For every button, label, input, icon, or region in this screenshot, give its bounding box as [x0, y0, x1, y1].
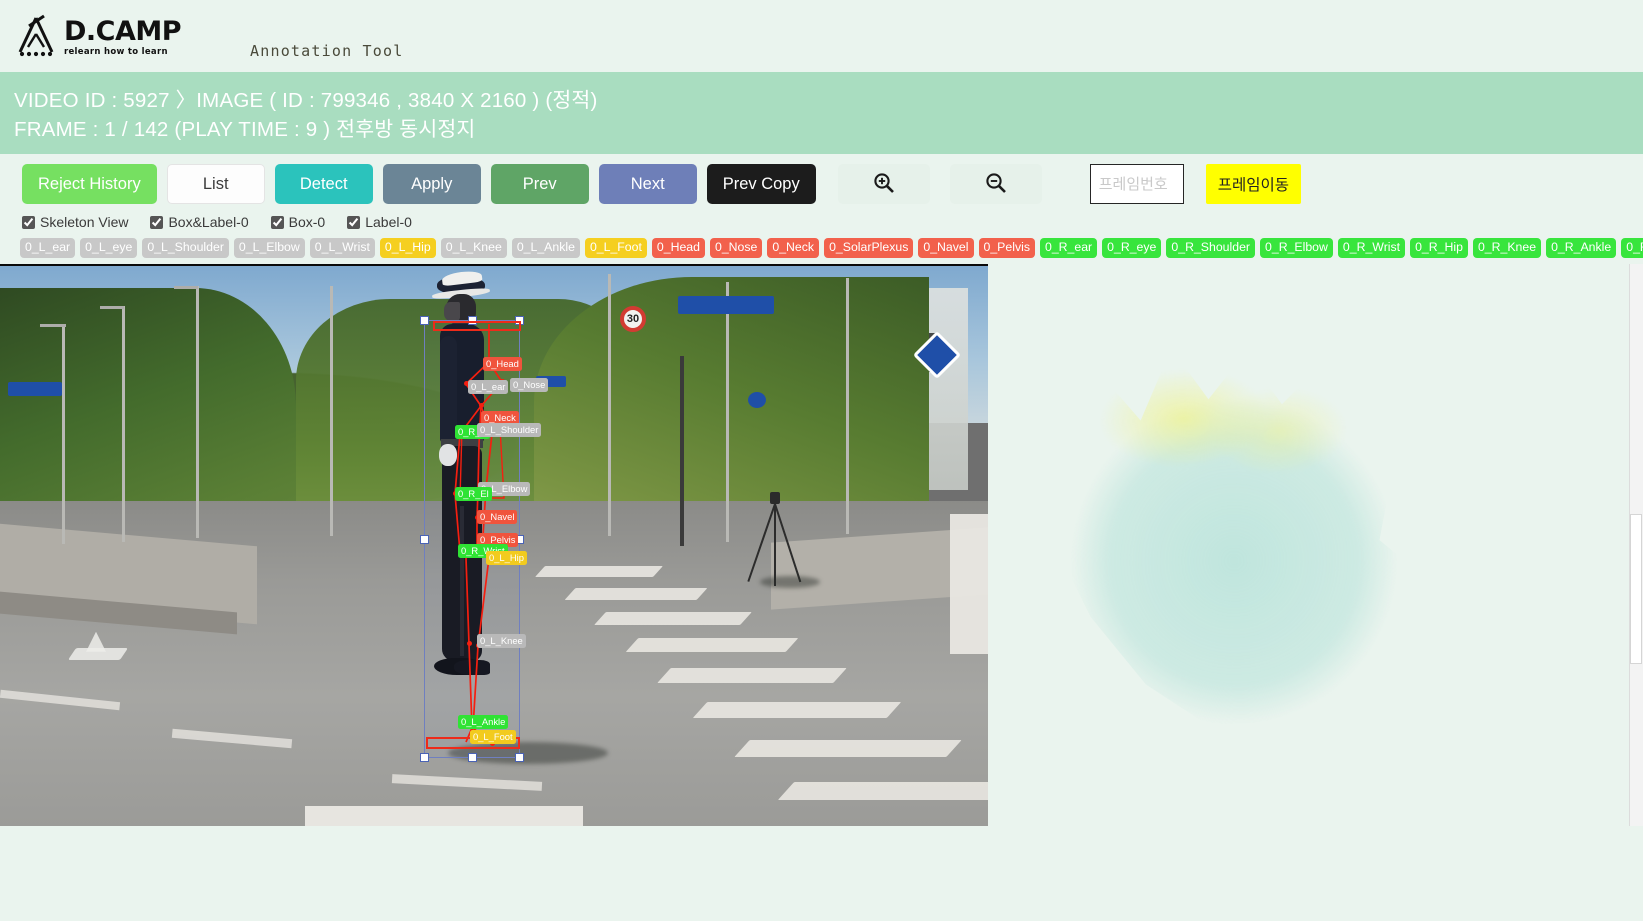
magnifier-plus-icon [872, 171, 896, 198]
magnifier-minus-icon [984, 171, 1008, 198]
speed-limit-sign: 30 [620, 305, 646, 332]
skeleton-view-checkbox[interactable] [22, 215, 35, 229]
skeleton-view-label[interactable]: Skeleton View [40, 214, 128, 230]
keypoint-chip-0-r-foot[interactable]: 0_R_Foot [1621, 238, 1643, 258]
video-info-bar: VIDEO ID : 5927 〉IMAGE ( ID : 799346 , 3… [0, 72, 1643, 155]
overlay-label-l-ear[interactable]: 0_L_ear [468, 379, 509, 395]
workspace: 30 0_Head 0_Nose 0_L_ear 0_Neck 0_R_S 0_… [0, 263, 1643, 826]
action-toolbar: Reject History List Detect Apply Prev Ne… [0, 154, 1643, 213]
keypoint-chip-0-r-hip[interactable]: 0_R_Hip [1410, 238, 1468, 258]
keypoint-chip-0-solarplexus[interactable]: 0_SolarPlexus [824, 238, 914, 258]
right-panel [988, 263, 1643, 826]
reject-history-button[interactable]: Reject History [22, 164, 157, 205]
box-and-label-label[interactable]: Box&Label-0 [168, 214, 248, 230]
keypoint-chip-0-l-wrist[interactable]: 0_L_Wrist [309, 238, 375, 258]
prev-copy-button[interactable]: Prev Copy [706, 164, 816, 205]
keypoint-chip-0-head[interactable]: 0_Head [651, 238, 705, 258]
label-label[interactable]: Label-0 [365, 214, 412, 230]
keypoint-chip-0-l-ankle[interactable]: 0_L_Ankle [511, 238, 580, 258]
prev-button[interactable]: Prev [490, 164, 589, 205]
checkbox-skeleton-view[interactable]: Skeleton View [22, 214, 128, 230]
keypoint-chip-0-r-shoulder[interactable]: 0_R_Shoulder [1166, 238, 1256, 258]
overlay-label-navel[interactable]: 0_Navel [477, 509, 518, 525]
scrollbar-thumb[interactable] [1630, 513, 1642, 664]
frame-move-button[interactable]: 프레임이동 [1205, 164, 1302, 205]
detect-button[interactable]: Detect [274, 164, 373, 205]
apply-button[interactable]: Apply [382, 164, 481, 205]
keypoint-chip-0-r-ear[interactable]: 0_R_ear [1039, 238, 1098, 258]
keypoint-chip-0-l-elbow[interactable]: 0_L_Elbow [233, 238, 305, 258]
keypoint-chip-0-r-ankle[interactable]: 0_R_Ankle [1546, 238, 1617, 258]
checkbox-box-and-label[interactable]: Box&Label-0 [150, 214, 249, 230]
box-label[interactable]: Box-0 [289, 214, 326, 230]
logo-wordmark: D.CAMP [64, 16, 182, 47]
keypoint-chip-0-neck[interactable]: 0_Neck [767, 238, 820, 258]
checkbox-label[interactable]: Label-0 [347, 214, 412, 230]
keypoint-chip-0-nose[interactable]: 0_Nose [709, 238, 763, 258]
vertical-scrollbar[interactable] [1629, 263, 1643, 826]
overlay-label-r-elbow[interactable]: 0_R_El [455, 486, 492, 502]
label-checkbox[interactable] [347, 215, 361, 229]
overlay-label-l-ankle[interactable]: 0_L_Ankle [458, 714, 509, 730]
zoom-in-button[interactable] [837, 164, 930, 205]
view-options-row: Skeleton View Box&Label-0 Box-0 Label-0 [0, 212, 1643, 234]
keypoint-chip-0-l-ear[interactable]: 0_L_ear [20, 238, 76, 258]
overlay-label-l-hip[interactable]: 0_L_Hip [486, 550, 527, 566]
keypoint-chip-0-l-hip[interactable]: 0_L_Hip [379, 238, 436, 258]
keypoint-chip-0-r-eye[interactable]: 0_R_eye [1102, 238, 1162, 258]
canvas-footer-strip [305, 805, 583, 826]
brand-logo[interactable]: D.CAMP relearn how to learn [14, 14, 182, 58]
keypoint-chip-0-navel[interactable]: 0_Navel [918, 238, 974, 258]
zoom-out-button[interactable] [949, 164, 1042, 205]
overlay-label-l-knee[interactable]: 0_L_Knee [477, 633, 526, 649]
keypoint-chip-0-r-elbow[interactable]: 0_R_Elbow [1260, 238, 1333, 258]
keypoint-chip-0-r-knee[interactable]: 0_R_Knee [1472, 238, 1542, 258]
app-header: D.CAMP relearn how to learn Annotation T… [0, 0, 1643, 72]
overlay-label-nose[interactable]: 0_Nose [510, 377, 549, 393]
next-button[interactable]: Next [598, 164, 697, 205]
keypoint-chip-0-l-knee[interactable]: 0_L_Knee [440, 238, 507, 258]
checkbox-box[interactable]: Box-0 [270, 214, 326, 230]
video-info-line-2: FRAME : 1 / 142 (PLAY TIME : 9 ) 전후방 동시정… [14, 118, 476, 142]
list-button[interactable]: List [166, 164, 265, 205]
keypoint-chip-0-l-shoulder[interactable]: 0_L_Shoulder [142, 238, 229, 258]
overlay-label-head[interactable]: 0_Head [483, 356, 522, 372]
logo-tagline: relearn how to learn [64, 47, 168, 57]
keypoint-chip-0-l-eye[interactable]: 0_L_eye [80, 238, 138, 258]
keypoint-chip-0-l-foot[interactable]: 0_L_Foot [584, 238, 647, 258]
keypoint-chip-0-r-wrist[interactable]: 0_R_Wrist [1337, 238, 1406, 258]
video-info-line-1: VIDEO ID : 5927 〉IMAGE ( ID : 799346 , 3… [14, 89, 598, 112]
annotation-canvas[interactable]: 30 0_Head 0_Nose 0_L_ear 0_Neck 0_R_S 0_… [0, 263, 988, 826]
frame-number-input[interactable] [1089, 164, 1184, 205]
keypoint-chip-0-pelvis[interactable]: 0_Pelvis [978, 238, 1035, 258]
camera-tripod [740, 491, 810, 588]
page-title: Annotation Tool [250, 42, 404, 60]
watercolor-brush-stroke [1007, 308, 1459, 770]
overlay-label-l-foot[interactable]: 0_L_Foot [470, 729, 516, 745]
keypoint-chip-row: 0_L_ear 0_L_eye 0_L_Shoulder 0_L_Elbow 0_L_W… [0, 234, 1643, 264]
box-checkbox[interactable] [270, 215, 284, 229]
teepee-tent-icon [14, 14, 60, 58]
box-and-label-checkbox[interactable] [150, 215, 164, 229]
overlay-label-l-shoulder[interactable]: 0_L_Shoulder [477, 422, 542, 438]
